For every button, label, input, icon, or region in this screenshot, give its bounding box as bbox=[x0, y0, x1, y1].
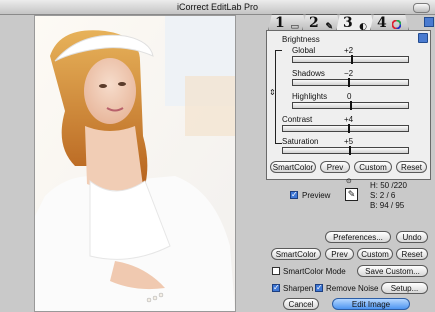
saturation-readout: S: 2 / 6 bbox=[370, 191, 396, 200]
toolbar-toggle-button[interactable] bbox=[413, 3, 430, 13]
preferences-button[interactable]: Preferences... bbox=[325, 231, 391, 243]
reset-button[interactable]: Reset bbox=[396, 248, 428, 260]
panel-pin-icon[interactable] bbox=[418, 33, 428, 43]
global-label: Global bbox=[292, 46, 316, 55]
saturation-label: Saturation bbox=[282, 137, 319, 146]
tab-1-number: 1 bbox=[275, 15, 285, 31]
preview-checkbox[interactable] bbox=[290, 190, 298, 199]
eyedropper-icon[interactable]: ✎ bbox=[345, 188, 358, 201]
shadows-slider-thumb[interactable] bbox=[348, 78, 350, 87]
highlights-slider[interactable] bbox=[292, 101, 409, 110]
prev-button[interactable]: Prev bbox=[325, 248, 354, 260]
sharpen-checkbox[interactable] bbox=[272, 283, 280, 292]
tab-1[interactable]: 1 ▭ bbox=[268, 14, 307, 31]
panel-custom-button[interactable]: Custom bbox=[354, 161, 392, 173]
contrast-slider-thumb[interactable] bbox=[348, 124, 350, 133]
panel-reset-button[interactable]: Reset bbox=[396, 161, 427, 173]
contrast-slider[interactable] bbox=[282, 124, 409, 133]
hue-readout: H: 50 /220 bbox=[370, 181, 407, 190]
saturation-value: +5 bbox=[344, 137, 354, 146]
custom-button[interactable]: Custom bbox=[357, 248, 393, 260]
brightness-readout: B: 94 / 95 bbox=[370, 201, 405, 210]
save-custom-button[interactable]: Save Custom... bbox=[357, 265, 428, 277]
remove-noise-checkbox[interactable] bbox=[315, 283, 323, 292]
help-icon[interactable] bbox=[424, 17, 434, 27]
drag-handle-icon[interactable]: ⊙ bbox=[346, 177, 352, 185]
adjustment-panel: Brightness ⇕ Global +2 Shadows −2 Highli… bbox=[266, 30, 431, 180]
saturation-slider-thumb[interactable] bbox=[349, 146, 351, 155]
highlights-slider-thumb[interactable] bbox=[350, 101, 352, 110]
panel-smartcolor-button[interactable]: SmartColor bbox=[270, 161, 316, 173]
undo-button[interactable]: Undo bbox=[396, 231, 428, 243]
setup-button[interactable]: Setup... bbox=[381, 282, 428, 294]
edit-image-button[interactable]: Edit Image bbox=[332, 298, 410, 310]
highlights-label: Highlights bbox=[292, 92, 328, 101]
tab-2[interactable]: 2 ✎ bbox=[302, 14, 341, 31]
window-title: iCorrect EditLab Pro bbox=[176, 2, 259, 12]
brightness-label: Brightness bbox=[282, 35, 320, 44]
smartcolor-button[interactable]: SmartColor bbox=[271, 248, 321, 260]
contrast-value: +4 bbox=[344, 115, 354, 124]
title-bar: iCorrect EditLab Pro bbox=[0, 0, 435, 15]
contrast-label: Contrast bbox=[282, 115, 313, 124]
smartcolor-mode-label: SmartColor Mode bbox=[283, 267, 346, 276]
preview-label: Preview bbox=[302, 191, 331, 200]
shadows-value: −2 bbox=[344, 69, 354, 78]
highlights-value: 0 bbox=[347, 92, 352, 101]
image-preview[interactable] bbox=[34, 15, 236, 312]
global-slider-thumb[interactable] bbox=[351, 55, 353, 64]
global-slider[interactable] bbox=[292, 55, 409, 64]
cancel-button[interactable]: Cancel bbox=[283, 298, 319, 310]
tab-4-number: 4 bbox=[377, 15, 387, 31]
tab-3-number: 3 bbox=[343, 15, 353, 31]
saturation-slider[interactable] bbox=[282, 146, 409, 155]
shadows-slider[interactable] bbox=[292, 78, 409, 87]
shadows-label: Shadows bbox=[292, 69, 325, 78]
smartcolor-mode-checkbox[interactable] bbox=[272, 267, 280, 275]
global-value: +2 bbox=[344, 46, 354, 55]
photo-image bbox=[35, 16, 235, 311]
tab-4[interactable]: 4 bbox=[370, 14, 409, 31]
sharpen-label: Sharpen bbox=[283, 284, 314, 293]
tab-2-number: 2 bbox=[309, 15, 319, 31]
panel-prev-button[interactable]: Prev bbox=[320, 161, 350, 173]
remove-noise-label: Remove Noise bbox=[326, 284, 379, 293]
link-arrow-icon[interactable]: ⇕ bbox=[269, 88, 276, 97]
slider-link-bracket bbox=[275, 50, 282, 144]
